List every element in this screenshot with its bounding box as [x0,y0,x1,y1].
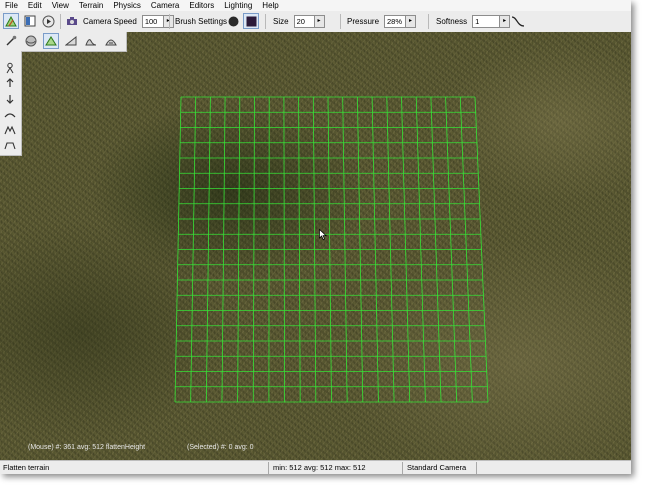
softness-control: Softness 1 ▸ [436,13,511,29]
softness-field[interactable]: 1 [472,14,501,28]
square-brush-icon [243,13,259,29]
main-toolbar: Camera Speed 100 ▸ Brush Settings Size 2… [0,11,631,33]
menu-editors[interactable]: Editors [184,0,219,11]
sphere-icon [23,33,39,49]
brush-settings-control: Brush Settings [175,13,227,29]
hill-icon [83,33,99,49]
status-camera: Standard Camera [407,463,467,472]
noise-tool-button[interactable] [103,33,119,49]
mouse-readout: (Mouse) #: 361 avg: 512 flattenHeight [28,444,146,451]
camera-speed-field[interactable]: 100 [141,14,164,28]
smooth-curve-icon [2,107,18,123]
terrain-editor-button[interactable] [3,13,19,29]
status-mode: Flatten terrain [3,463,50,472]
play-icon [40,13,56,29]
terrain-viewport[interactable]: (Mouse) #: 361 avg: 512 flattenHeight (S… [0,32,631,460]
status-bar: Flatten terrain min: 512 avg: 512 max: 5… [0,460,631,474]
side-tool-raise[interactable] [2,75,18,91]
pressure-arrow-icon[interactable]: ▸ [406,14,417,28]
mouse-cursor-icon [319,229,327,240]
raise-tool-button[interactable] [63,33,79,49]
camera-speed-label: Camera Speed [83,16,137,26]
menu-file[interactable]: File [0,0,23,11]
softness-curve-icon [510,13,526,29]
window-layout-button[interactable] [22,13,38,29]
grid-lines [174,96,489,403]
menu-physics[interactable]: Physics [108,0,146,11]
side-tool-peaks[interactable] [2,122,18,138]
terrain-triangle-icon [43,33,59,49]
status-separator [402,462,403,474]
brush-shape-square-button[interactable] [243,13,259,29]
toolbar-separator [340,14,341,29]
brush-settings-label: Brush Settings [175,16,228,26]
status-height-stats: min: 512 avg: 512 max: 512 [273,463,366,472]
flatten-tool-button[interactable] [43,33,59,49]
toolbar-separator [428,14,429,29]
flatten-plateau-icon [2,137,18,153]
play-button[interactable] [40,13,56,29]
softness-curve-button[interactable] [510,13,526,29]
smooth-tool-button[interactable] [23,33,39,49]
peaks-icon [2,122,18,138]
terrain-editor-icon [3,13,19,29]
layout-icon [22,13,38,29]
menu-bar: File Edit View Terrain Physics Camera Ed… [0,0,631,11]
pressure-label: Pressure [347,16,380,26]
lower-arrow-icon [2,91,18,107]
menu-terrain[interactable]: Terrain [74,0,108,11]
selected-readout: (Selected) #: 0 avg: 0 [187,444,254,451]
menu-camera[interactable]: Camera [146,0,184,11]
raise-arrow-icon [2,75,18,91]
camera-icon [64,13,80,29]
status-separator [268,462,269,474]
brush-shape-circle-button[interactable] [225,13,241,29]
toolbar-separator [265,14,266,29]
pressure-control: Pressure 28% ▸ [347,13,417,29]
circle-brush-icon [225,13,241,29]
terrain-tool-toolbar [0,32,127,52]
side-tool-palette [0,51,22,156]
side-tool-lower[interactable] [2,91,18,107]
size-label: Size [273,16,289,26]
size-arrow-icon[interactable]: ▸ [314,14,325,28]
terrain-editor-window: File Edit View Terrain Physics Camera Ed… [0,0,631,474]
side-tool-adjust[interactable] [2,60,18,76]
menu-view[interactable]: View [47,0,74,11]
select-tool-button[interactable] [3,33,19,49]
toolbar-separator [60,14,61,29]
softness-label: Softness [436,16,468,26]
adjust-height-icon [2,60,18,76]
select-brush-icon [3,33,19,49]
camera-speed-icon-button[interactable] [64,13,80,29]
side-tool-smooth[interactable] [2,107,18,123]
toolbar-separator [169,14,170,29]
side-tool-flatten[interactable] [2,137,18,153]
paint-tool-button[interactable] [83,33,99,49]
menu-lighting[interactable]: Lighting [219,0,257,11]
softness-arrow-icon[interactable]: ▸ [500,14,511,28]
size-control: Size 20 ▸ [273,13,325,29]
slope-icon [63,33,79,49]
brush-grid [174,96,489,403]
menu-edit[interactable]: Edit [23,0,47,11]
menu-help[interactable]: Help [257,0,283,11]
size-field[interactable]: 20 [293,14,315,28]
status-separator [476,462,477,474]
pressure-field[interactable]: 28% [384,14,407,28]
camera-speed-control: Camera Speed 100 ▸ [83,13,174,29]
mound-icon [103,33,119,49]
